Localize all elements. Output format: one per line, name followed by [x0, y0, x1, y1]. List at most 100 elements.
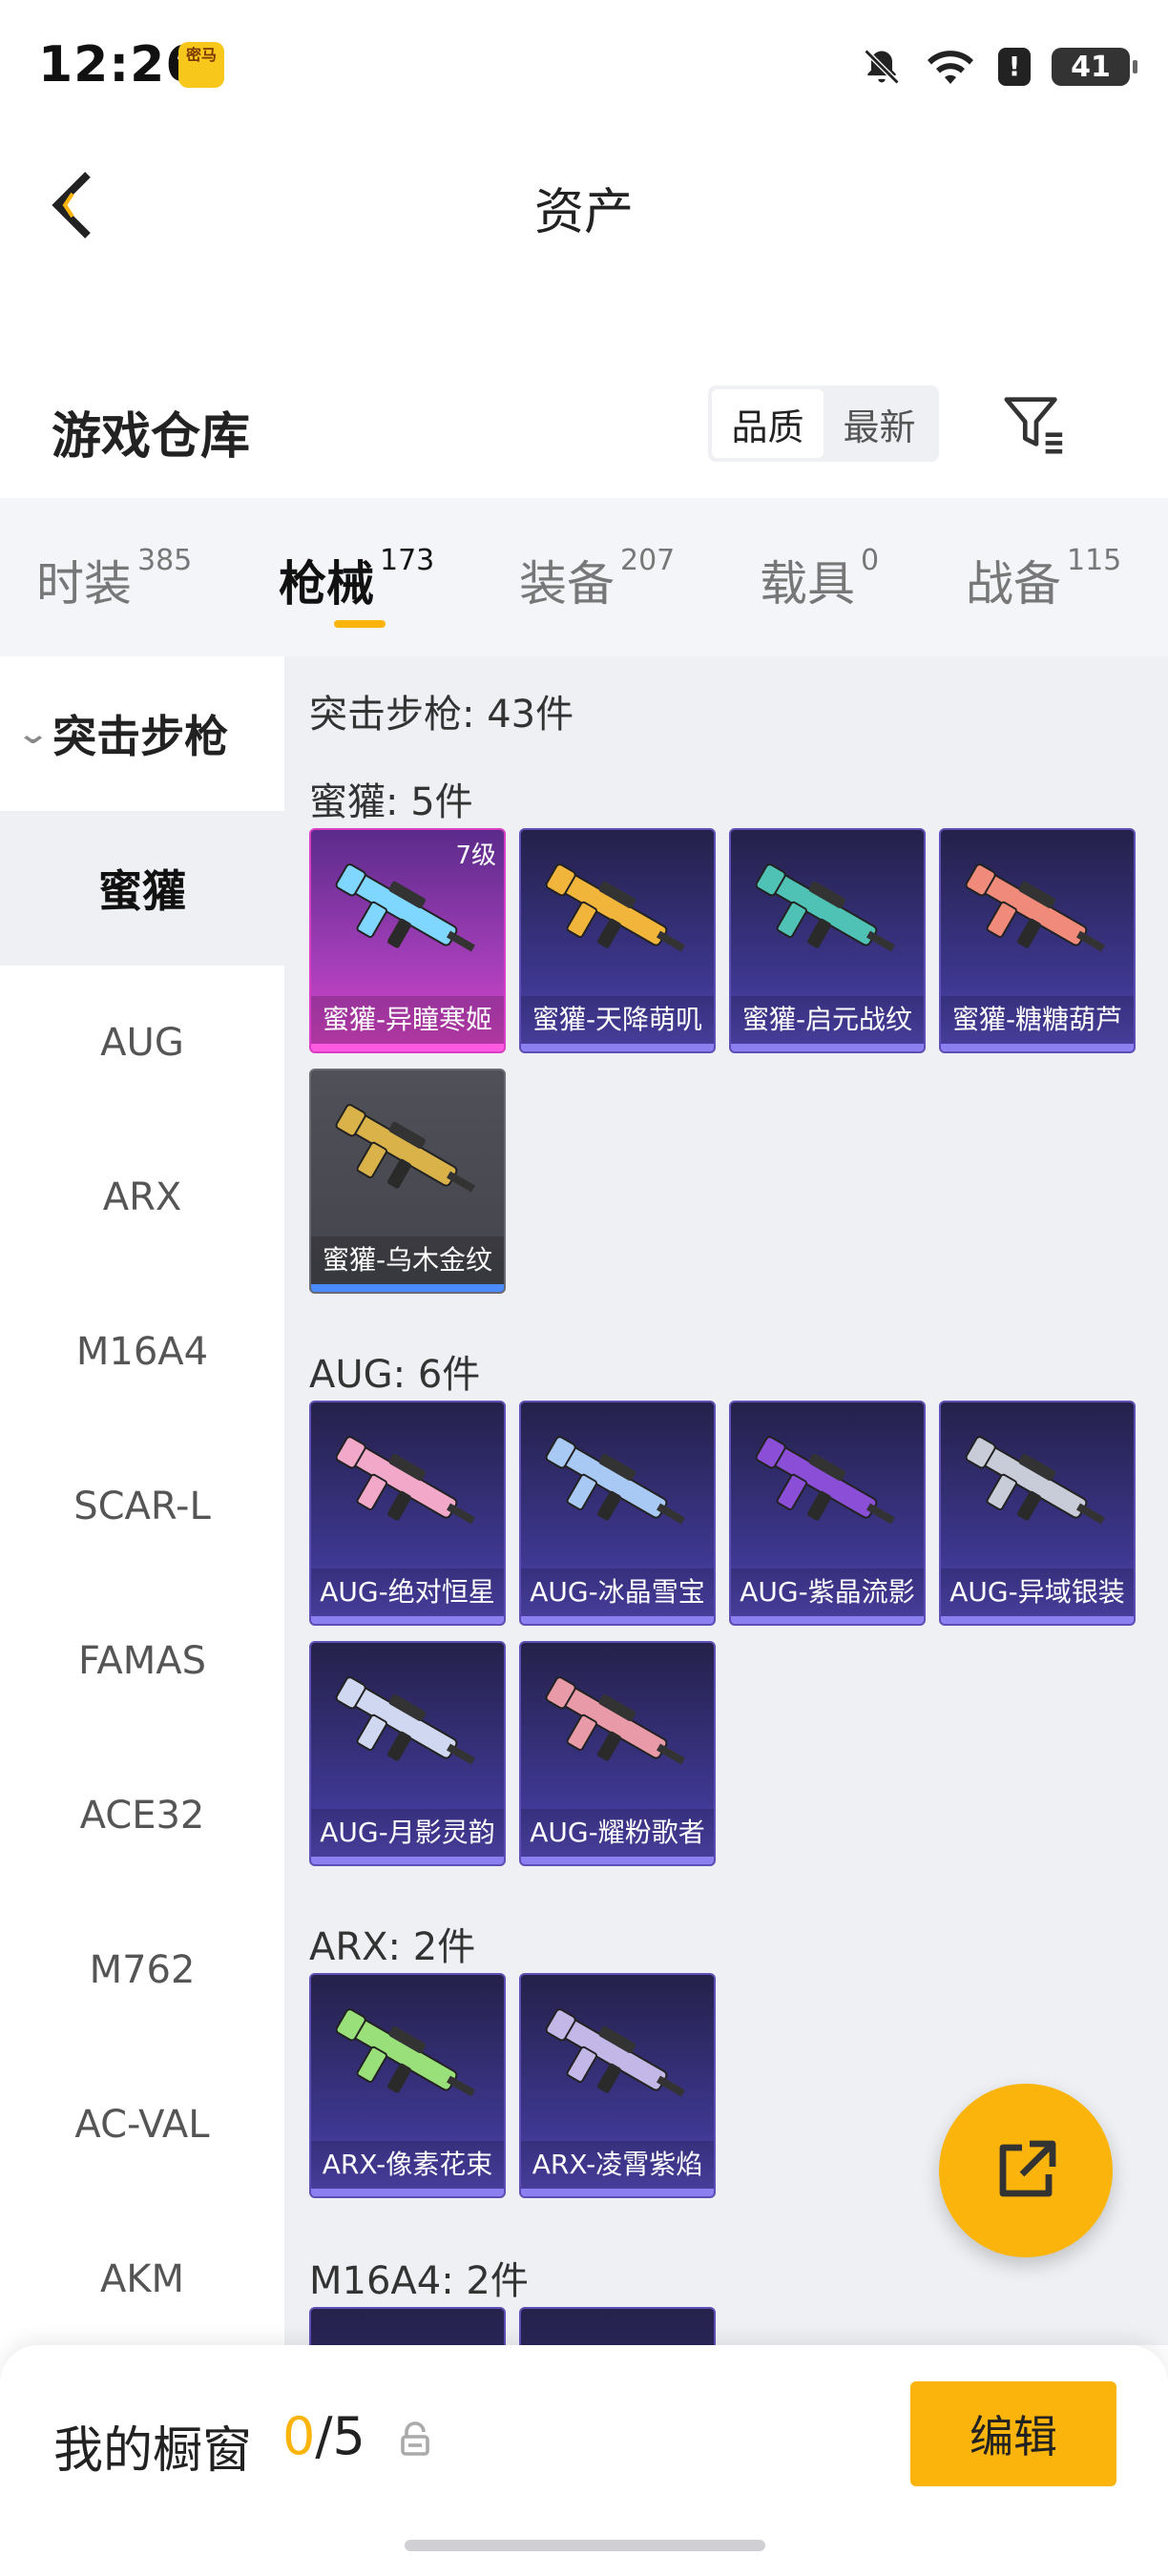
rifle-icon [960, 1431, 1118, 1546]
tab-equipment[interactable]: 装备 207 [519, 544, 676, 614]
skin-name: 蜜獾-乌木金纹 [311, 1236, 504, 1284]
sidebar-item[interactable]: M762 [0, 1893, 284, 2047]
warehouse-title: 游戏仓库 [52, 408, 251, 466]
skin-card[interactable]: 蜜獾-天降萌叽 [519, 828, 716, 1053]
skin-name: AUG-冰晶雪宝 [521, 1568, 714, 1616]
rarity-bar [311, 1284, 504, 1292]
tab-count: 173 [380, 544, 435, 577]
rifle-icon [330, 859, 489, 973]
skin-name: 蜜獾-异瞳寒姬 [311, 996, 504, 1044]
chevron-down-icon: ⌄ [15, 717, 51, 751]
skin-card[interactable]: ARX-凌霄紫焰 [519, 1973, 716, 2198]
edit-button[interactable]: 编辑 [910, 2381, 1116, 2486]
share-button[interactable] [939, 2084, 1113, 2257]
mute-bell-icon [864, 49, 900, 85]
skin-name: AUG-异域银装 [941, 1568, 1134, 1616]
showcase-bar: 我的橱窗 0/5 编辑 [0, 2345, 1168, 2576]
category-tabs: 时装 385 枪械 173 装备 207 载具 0 战备 115 [0, 498, 1168, 656]
skin-name: AUG-紫晶流影 [731, 1568, 924, 1616]
skin-card[interactable]: AUG-耀粉歌者 [519, 1641, 716, 1866]
rarity-bar [311, 1616, 504, 1624]
tab-label: 枪械 [279, 556, 374, 612]
wifi-icon [928, 51, 973, 84]
category-summary: 突击步枪: 43件 [309, 693, 574, 737]
tab-firearms[interactable]: 枪械 173 [279, 544, 435, 614]
tab-count: 115 [1067, 544, 1122, 577]
tab-outfits[interactable]: 时装 385 [36, 544, 193, 614]
sort-quality-button[interactable]: 品质 [712, 389, 824, 458]
showcase-current: 0 [282, 2406, 316, 2466]
tab-gear[interactable]: 战备 115 [966, 544, 1122, 614]
skin-name: ARX-凌霄紫焰 [521, 2141, 714, 2189]
sort-latest-button[interactable]: 最新 [824, 389, 935, 458]
tab-vehicles[interactable]: 载具 0 [760, 544, 879, 614]
rarity-bar [521, 1616, 714, 1624]
rifle-icon [330, 1431, 489, 1546]
tab-count: 207 [620, 544, 676, 577]
sidebar-item[interactable]: AUG [0, 966, 284, 1120]
alert-icon: ! [998, 48, 1031, 86]
status-time: 12:26 [38, 36, 201, 93]
skin-card[interactable] [309, 2307, 506, 2345]
skin-name: ARX-像素花束 [311, 2141, 504, 2189]
tab-label: 战备 [966, 556, 1061, 612]
rifle-icon [330, 2004, 489, 2118]
skin-card[interactable]: 7级蜜獾-异瞳寒姬 [309, 828, 506, 1053]
filter-button[interactable] [998, 385, 1071, 462]
rarity-bar [731, 1616, 924, 1624]
skin-card[interactable] [519, 2307, 716, 2345]
rifle-icon [540, 1431, 699, 1546]
skin-level-badge: 7级 [455, 841, 496, 870]
rarity-bar [941, 1616, 1134, 1624]
section-header: AUG: 6件 [309, 1353, 481, 1397]
sort-toggle: 品质 最新 [708, 385, 939, 462]
rifle-icon [330, 1672, 489, 1786]
active-tab-indicator [334, 620, 386, 628]
page-title: 资产 [533, 184, 634, 241]
skin-card[interactable]: 蜜獾-启元战纹 [729, 828, 926, 1053]
skin-name: 蜜獾-糖糖葫芦 [941, 996, 1134, 1044]
sidebar-item[interactable]: ACE32 [0, 1738, 284, 1893]
battery-icon: 41 [1052, 48, 1137, 86]
skin-name: AUG-月影灵韵 [311, 1809, 504, 1857]
skin-card[interactable]: AUG-异域银装 [939, 1401, 1136, 1626]
rarity-bar [311, 1857, 504, 1864]
sidebar-item[interactable]: SCAR-L [0, 1429, 284, 1584]
home-indicator [405, 2540, 765, 2551]
skin-card[interactable]: ARX-像素花束 [309, 1973, 506, 2198]
tab-label: 载具 [760, 556, 855, 612]
skin-card[interactable]: AUG-绝对恒星 [309, 1401, 506, 1626]
sidebar-item[interactable]: AKM [0, 2202, 284, 2357]
section-header: M16A4: 2件 [309, 2259, 529, 2303]
rarity-bar [311, 2189, 504, 2196]
tab-label: 时装 [36, 556, 132, 612]
skin-name: 蜜獾-启元战纹 [731, 996, 924, 1044]
sidebar-item[interactable]: ARX [0, 1120, 284, 1275]
showcase-label: 我的橱窗 [53, 2422, 253, 2480]
filter-icon [1004, 397, 1063, 454]
external-link-icon [999, 2140, 1056, 2197]
rarity-bar [521, 1044, 714, 1051]
sidebar-item[interactable]: FAMAS [0, 1584, 284, 1738]
rifle-icon [540, 2004, 699, 2118]
rarity-bar [731, 1044, 924, 1051]
rarity-bar [521, 2189, 714, 2196]
rarity-bar [941, 1044, 1134, 1051]
rifle-icon [540, 859, 699, 973]
sidebar-item[interactable]: AC-VAL [0, 2047, 284, 2202]
app-notification-icon: 密马 [178, 42, 224, 88]
skin-name: AUG-绝对恒星 [311, 1568, 504, 1616]
tab-count: 385 [137, 544, 193, 577]
sidebar-item[interactable]: M16A4 [0, 1275, 284, 1429]
skin-card[interactable]: 蜜獾-乌木金纹 [309, 1069, 506, 1294]
lock-icon [399, 2421, 431, 2456]
showcase-total: /5 [315, 2406, 365, 2466]
skin-card[interactable]: AUG-月影灵韵 [309, 1641, 506, 1866]
skin-card[interactable]: AUG-冰晶雪宝 [519, 1401, 716, 1626]
rifle-icon [330, 1099, 489, 1214]
skin-name: 蜜獾-天降萌叽 [521, 996, 714, 1044]
skin-card[interactable]: AUG-紫晶流影 [729, 1401, 926, 1626]
sidebar-item[interactable]: 蜜獾 [0, 811, 284, 966]
sidebar-group-assault-rifles[interactable]: ⌄ 突击步枪 [0, 656, 284, 811]
skin-card[interactable]: 蜜獾-糖糖葫芦 [939, 828, 1136, 1053]
